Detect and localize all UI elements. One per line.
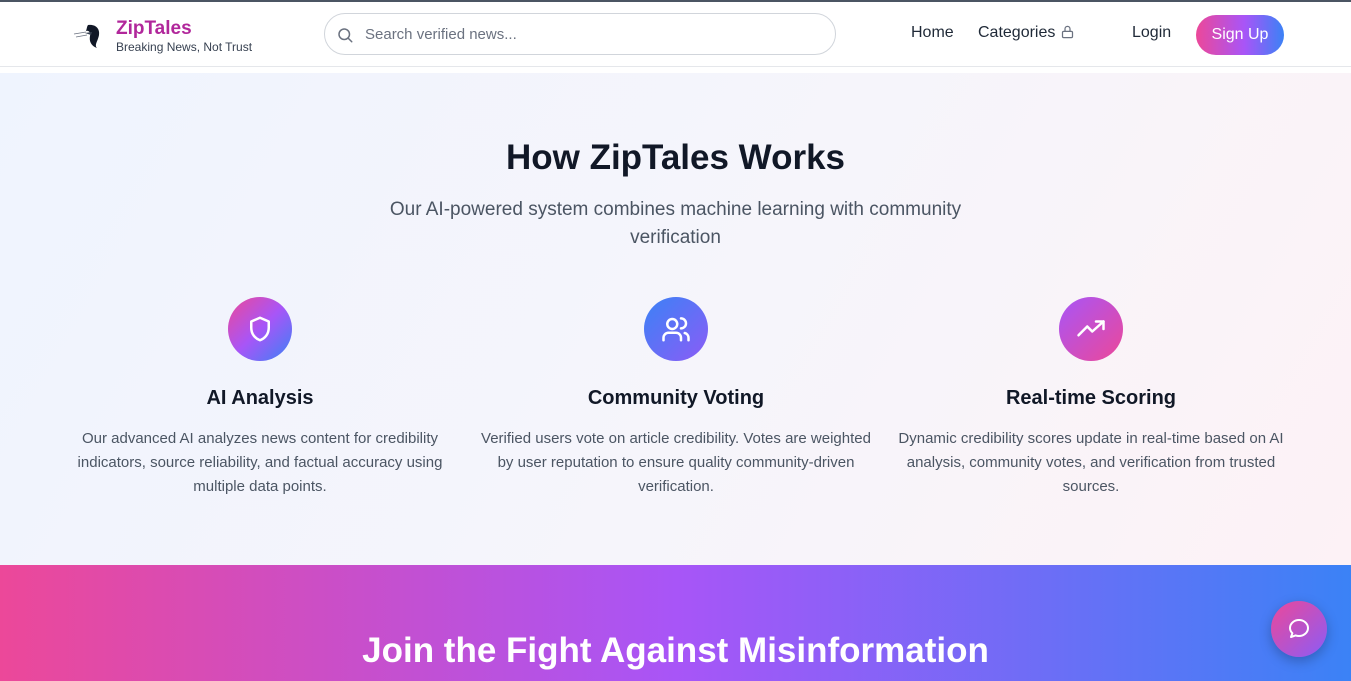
lock-icon bbox=[1062, 25, 1074, 38]
feature-icon-badge bbox=[228, 297, 292, 361]
users-icon bbox=[662, 317, 690, 342]
feature-description: Dynamic credibility scores update in rea… bbox=[898, 430, 1284, 495]
feature-description: Our advanced AI analyzes news content fo… bbox=[77, 430, 443, 495]
chat-bubble-icon bbox=[1289, 619, 1309, 638]
section-subtitle: Our AI-powered system combines machine l… bbox=[389, 199, 962, 248]
search-input[interactable] bbox=[365, 22, 815, 46]
logo-link[interactable]: ZipTales Breaking News, Not Trust bbox=[72, 18, 252, 54]
search-icon bbox=[338, 28, 353, 43]
trending-up-icon bbox=[1077, 320, 1105, 337]
feature-description: Verified users vote on article credibili… bbox=[481, 430, 871, 495]
how-it-works-section: How ZipTales Works Our AI-powered system… bbox=[0, 73, 1351, 565]
logo-icon bbox=[73, 24, 100, 48]
nav-categories-label: Categories bbox=[978, 24, 1056, 41]
feature-title: Community Voting bbox=[587, 387, 765, 409]
shield-icon bbox=[250, 316, 270, 342]
cta-banner: Join the Fight Against Misinformation bbox=[0, 565, 1351, 681]
feature-ai-analysis: AI Analysis Our advanced AI analyzes new… bbox=[65, 297, 455, 499]
nav-home-link[interactable]: Home bbox=[911, 24, 954, 42]
feature-title: AI Analysis bbox=[206, 387, 314, 409]
signup-button[interactable]: Sign Up bbox=[1196, 15, 1284, 55]
login-link[interactable]: Login bbox=[1132, 24, 1171, 42]
feature-icon-badge bbox=[1059, 297, 1123, 361]
cta-title: Join the Fight Against Misinformation bbox=[362, 631, 989, 670]
search-bar bbox=[324, 13, 836, 55]
brand-tagline: Breaking News, Not Trust bbox=[116, 40, 253, 54]
chat-button[interactable] bbox=[1271, 601, 1327, 657]
feature-title: Real-time Scoring bbox=[1005, 387, 1177, 409]
top-navbar: ZipTales Breaking News, Not Trust Home C… bbox=[0, 2, 1351, 67]
brand-name: ZipTales bbox=[116, 18, 192, 39]
nav-categories-link[interactable]: Categories bbox=[978, 24, 1075, 42]
feature-realtime-scoring: Real-time Scoring Dynamic credibility sc… bbox=[896, 297, 1286, 499]
feature-community-voting: Community Voting Verified users vote on … bbox=[481, 297, 871, 499]
section-title: How ZipTales Works bbox=[505, 138, 846, 177]
feature-icon-badge bbox=[644, 297, 708, 361]
